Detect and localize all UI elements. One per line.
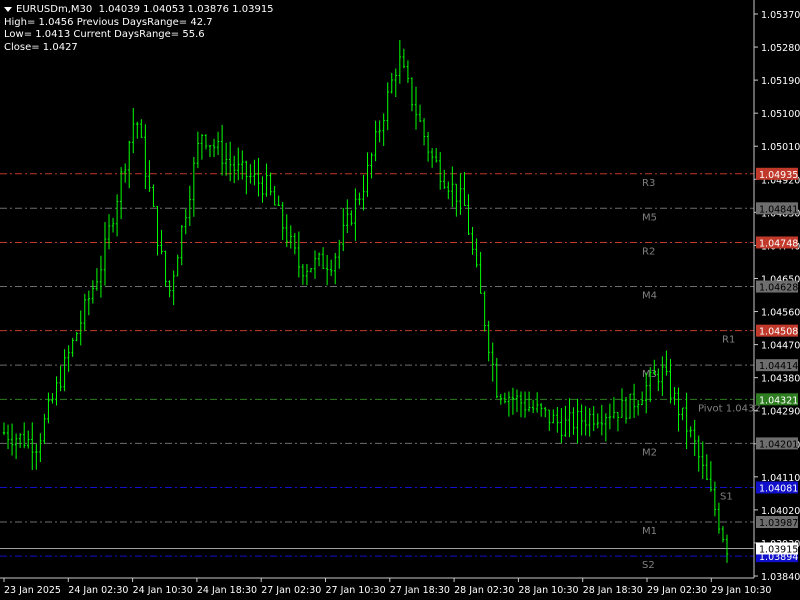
time-tick-label: 24 Jan 02:30 — [68, 585, 128, 596]
level-label: M2 — [642, 447, 657, 458]
time-tick-label: 28 Jan 10:30 — [518, 585, 578, 596]
level-label: S1 — [720, 491, 733, 502]
candles — [2, 39, 729, 563]
price-tick-label: 1.05370 — [761, 10, 800, 21]
price-tick-label: 1.04380 — [761, 374, 800, 385]
time-tick-label: 27 Jan 02:30 — [261, 585, 321, 596]
level-price-tag-text: 1.04201 — [759, 439, 798, 450]
time-tick-label: 28 Jan 18:30 — [583, 585, 643, 596]
time-tick-label: 28 Jan 02:30 — [454, 585, 514, 596]
level-price-tag-text: 1.03987 — [759, 518, 798, 529]
time-tick-label: 24 Jan 18:30 — [197, 585, 257, 596]
level-label: R1 — [722, 335, 735, 346]
price-tick-label: 1.04290 — [761, 407, 800, 418]
level-price-tag-text: 1.04841 — [759, 204, 798, 215]
level-label: R3 — [642, 178, 655, 189]
price-tick-label: 1.05100 — [761, 109, 800, 120]
price-tick-label: 1.04560 — [761, 308, 800, 319]
level-price-tag-text: 1.04628 — [759, 283, 798, 294]
price-tick-label: 1.04020 — [761, 506, 800, 517]
time-tick-label: 29 Jan 10:30 — [711, 585, 771, 596]
price-tick-label: 1.05190 — [761, 76, 800, 87]
level-label: S2 — [642, 560, 655, 571]
level-price-tag-text: 1.04935 — [759, 170, 798, 181]
price-tick-label: 1.05280 — [761, 43, 800, 54]
time-tick-label: 24 Jan 10:30 — [133, 585, 193, 596]
price-chart[interactable]: R3M5R2M4R1M3Pivot 1.0432M2S1M1S2 1.05370… — [0, 0, 800, 600]
price-tick-label: 1.04470 — [761, 341, 800, 352]
price-axis: 1.05370 1.05280 1.05190 1.05100 1.05010 1.049… — [754, 10, 800, 583]
level-price-tag-text: 1.04508 — [759, 327, 798, 338]
level-price-tag-text: 1.04081 — [759, 483, 798, 494]
symbol-header[interactable]: EURUSDm,M30 1.04039 1.04053 1.03876 1.03… — [4, 4, 274, 17]
time-axis: 23 Jan 2025 24 Jan 02:30 24 Jan 10:30 24 Ja… — [3, 578, 771, 596]
price-tick-label: 1.03840 — [761, 572, 800, 583]
time-tick-label: 23 Jan 2025 — [4, 585, 61, 596]
info-line-high: High= 1.0456 Previous DaysRange= 42.7 — [4, 16, 213, 28]
level-price-tag-text: 1.04414 — [759, 361, 798, 372]
time-tick-label: 27 Jan 10:30 — [326, 585, 386, 596]
time-tick-label: 27 Jan 18:30 — [390, 585, 450, 596]
level-price-tag-text: 1.04321 — [759, 395, 798, 406]
chevron-down-icon[interactable] — [4, 6, 12, 12]
current-price-tag-text: 1.03915 — [759, 544, 798, 555]
pivot-levels: R3M5R2M4R1M3Pivot 1.0432M2S1M1S2 — [0, 173, 761, 571]
symbol-name: EURUSDm,M30 — [16, 4, 93, 15]
level-label: M5 — [642, 212, 657, 223]
level-label: Pivot 1.0432 — [698, 403, 761, 414]
price-tick-label: 1.05010 — [761, 142, 800, 153]
info-line-low: Low= 1.0413 Current DaysRange= 55.6 — [4, 29, 205, 40]
level-label: M4 — [642, 291, 657, 302]
level-price-tag-text: 1.04748 — [759, 238, 798, 249]
level-label: M1 — [642, 526, 657, 537]
level-tags: 1.04935 1.04841 1.04748 1.04628 1.04508 1.044… — [756, 167, 798, 563]
info-line-close: Close= 1.0427 — [4, 41, 78, 53]
symbol-ohlc: 1.04039 1.04053 1.03876 1.03915 — [98, 4, 274, 15]
level-label: R2 — [642, 246, 655, 257]
time-tick-label: 29 Jan 02:30 — [647, 585, 707, 596]
chart-info-panel: EURUSDm,M30 1.04039 1.04053 1.03876 1.03… — [4, 4, 274, 54]
